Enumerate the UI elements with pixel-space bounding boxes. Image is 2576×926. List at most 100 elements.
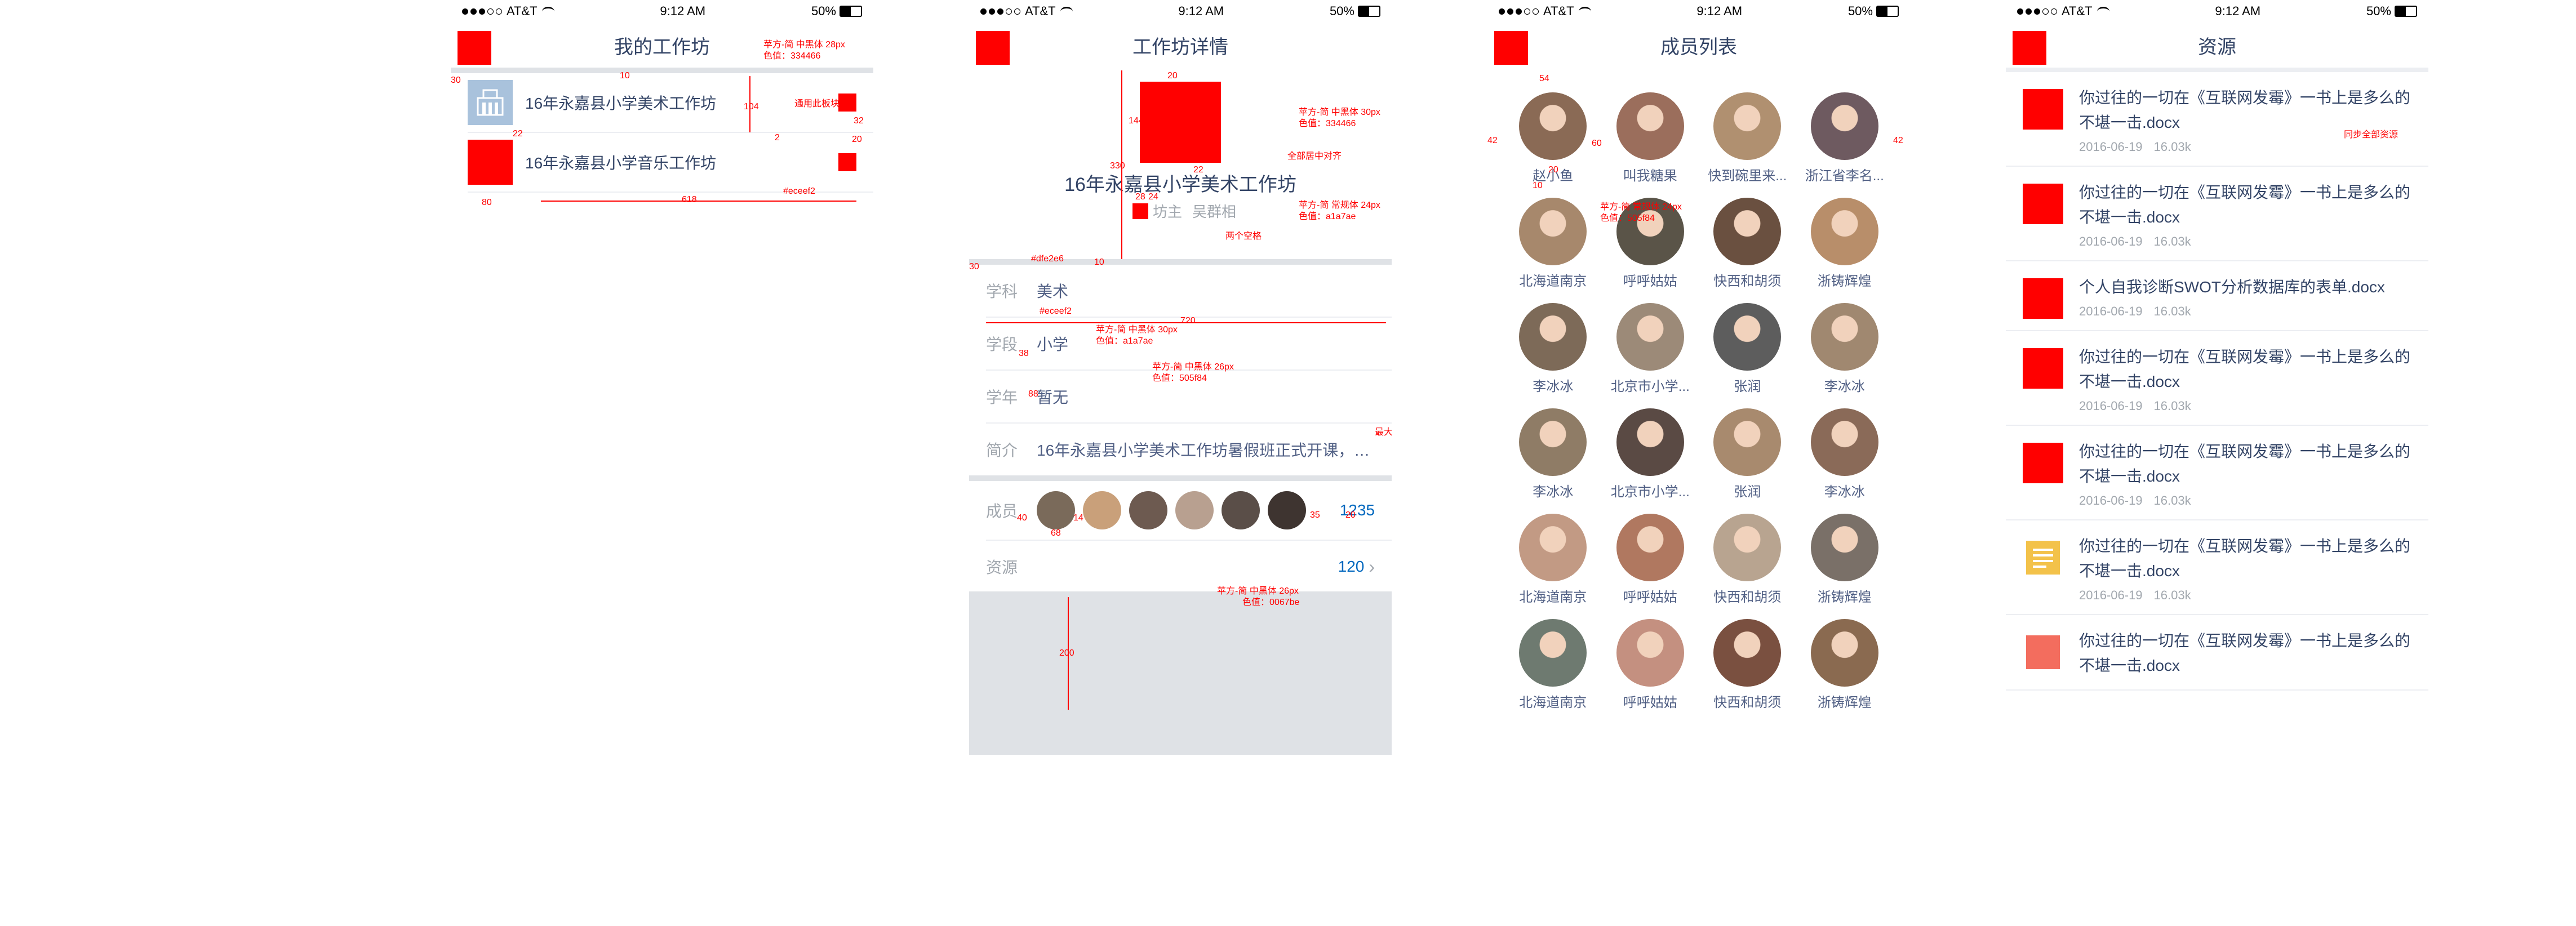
resource-item[interactable]: 你过往的一切在《互联网发霉》一书上是多么的不堪一击.docx 2016-06-19…: [2006, 167, 2428, 261]
nav-bar: 成员列表: [1487, 23, 1910, 68]
avatar: [1810, 408, 1878, 476]
back-button[interactable]: [976, 31, 1010, 65]
member-item[interactable]: 李冰冰: [1796, 408, 1894, 500]
wifi-icon: [541, 6, 554, 16]
file-icon: [2023, 184, 2063, 224]
file-icon: [2023, 278, 2063, 319]
member-item[interactable]: 呼呼姑姑: [1602, 514, 1699, 606]
member-item[interactable]: 呼呼姑姑: [1602, 619, 1699, 711]
annotation-label-color: 色值：a1a7ae: [1096, 336, 1153, 346]
member-name: 快到碗里来...: [1708, 168, 1787, 184]
member-item[interactable]: 快到碗里来...: [1699, 92, 1796, 184]
member-name: 浙铸辉煌: [1817, 695, 1872, 710]
back-button[interactable]: [2013, 31, 2046, 65]
annotation-label-font: 苹方-简 中黑体 30px: [1096, 325, 1178, 335]
signal-icon: [2017, 8, 2057, 15]
annotation-line-color: #eceef2: [1040, 306, 1072, 316]
row-value: 小学: [1037, 336, 1069, 353]
resource-meta: 2016-06-19 16.03k: [2079, 399, 2411, 413]
annotation-dim: 28: [1135, 192, 1145, 202]
resource-body: 你过往的一切在《互联网发霉》一书上是多么的不堪一击.docx 2016-06-19…: [2079, 86, 2411, 154]
annotation-dim: 14: [1073, 513, 1083, 523]
member-item[interactable]: 李冰冰: [1504, 408, 1602, 500]
battery-icon: [2394, 6, 2417, 17]
resource-size: 16.03k: [2153, 493, 2191, 507]
annotation-dim: 68: [1051, 528, 1061, 538]
avatar: [1713, 303, 1782, 371]
resource-item[interactable]: 个人自我诊断SWOT分析数据库的表单.docx 2016-06-19 16.03k: [2006, 261, 2428, 331]
annotation-dim: 30: [969, 262, 979, 271]
resource-item[interactable]: 你过往的一切在《互联网发霉》一书上是多么的不堪一击.docx 2016-06-19…: [2006, 72, 2428, 167]
avatar: [1519, 619, 1587, 687]
annotation-font: 苹方-简 中黑体 28px: [763, 40, 845, 50]
workshop-item[interactable]: 16年永嘉县小学音乐工作坊: [451, 133, 873, 192]
file-icon: [2023, 89, 2063, 130]
member-name: 呼呼姑姑: [1623, 695, 1677, 710]
owner-icon: [1132, 203, 1148, 219]
annotation-dim: 35: [1310, 510, 1320, 520]
clock: 9:12 AM: [2215, 4, 2261, 18]
member-item[interactable]: 叫我糖果: [1602, 92, 1699, 184]
file-icon: [2026, 635, 2060, 669]
resource-title: 你过往的一切在《互联网发霉》一书上是多么的不堪一击.docx: [2079, 184, 2411, 226]
member-item[interactable]: 北海道南京: [1504, 198, 1602, 290]
workshop-name: 16年永嘉县小学美术工作坊: [1064, 174, 1296, 195]
intro-row[interactable]: 简介 16年永嘉县小学美术工作坊暑假班正式开课，欢...: [969, 424, 1392, 475]
member-item[interactable]: 浙铸辉煌: [1796, 198, 1894, 290]
avatar: [1713, 198, 1782, 265]
member-item[interactable]: 李冰冰: [1504, 303, 1602, 395]
avatar: [1616, 514, 1684, 581]
member-item[interactable]: 北京市小学...: [1602, 408, 1699, 500]
annotation-dim: 38: [1019, 349, 1029, 358]
member-name: 北京市小学...: [1610, 379, 1690, 394]
member-item[interactable]: 快西和胡须: [1699, 619, 1796, 711]
row-label: 成员: [986, 502, 1018, 520]
annotation-value-color: 色值：505f84: [1152, 373, 1207, 383]
member-item[interactable]: 李冰冰: [1796, 303, 1894, 395]
member-item[interactable]: 张润: [1699, 303, 1796, 395]
member-item[interactable]: 北海道南京: [1504, 514, 1602, 606]
back-button[interactable]: [458, 31, 491, 65]
member-item[interactable]: 浙铸辉煌: [1796, 619, 1894, 711]
resource-body: 你过往的一切在《互联网发霉》一书上是多么的不堪一击.docx 2016-06-19…: [2079, 180, 2411, 249]
resource-item[interactable]: 你过往的一切在《互联网发霉》一书上是多么的不堪一击.docx 2016-06-19…: [2006, 331, 2428, 426]
measure-line: [986, 322, 1386, 323]
resource-item[interactable]: 你过往的一切在《互联网发霉》一书上是多么的不堪一击.docx 2016-06-19…: [2006, 426, 2428, 520]
row-label: 学科: [986, 283, 1018, 300]
screen-workshop-detail: AT&T 9:12 AM 50% 工作坊详情 16年永嘉县小学美术工作坊 坊主 …: [969, 0, 1392, 755]
row-label: 资源: [986, 559, 1018, 576]
resource-meta: 2016-06-19 16.03k: [2079, 588, 2411, 603]
resource-item[interactable]: 你过往的一切在《互联网发霉》一书上是多么的不堪一击.docx 2016-06-19…: [2006, 520, 2428, 615]
member-item[interactable]: 浙江省李名...: [1796, 92, 1894, 184]
member-item[interactable]: 北海道南京: [1504, 619, 1602, 711]
annotation-dim: 60: [1592, 139, 1602, 148]
annotation-spaces: 两个空格: [1225, 232, 1262, 241]
member-item[interactable]: 浙铸辉煌: [1796, 514, 1894, 606]
member-item[interactable]: 快西和胡须: [1699, 514, 1796, 606]
members-row[interactable]: 成员 1235: [969, 481, 1392, 540]
annotation-value-font: 苹方-简 中黑体 26px: [1152, 362, 1234, 372]
row-value: 16年永嘉县小学美术工作坊暑假班正式开课，欢...: [1037, 442, 1375, 459]
resource-title: 个人自我诊断SWOT分析数据库的表单.docx: [2079, 278, 2385, 296]
file-icon: [2023, 348, 2063, 389]
row-value: 美术: [1037, 283, 1069, 300]
resource-item[interactable]: 你过往的一切在《互联网发霉》一书上是多么的不堪一击.docx: [2006, 615, 2428, 691]
annotation-count-color: 色值：0067be: [1242, 598, 1300, 607]
annotation-color: 色值：334466: [763, 51, 821, 61]
member-item[interactable]: 北京市小学...: [1602, 303, 1699, 395]
avatar: [1616, 92, 1684, 160]
annotation-dim: 22: [1193, 165, 1203, 175]
annotation-max-chars: 最大字体限制: [1375, 428, 1392, 437]
carrier: AT&T: [2062, 4, 2093, 18]
back-button[interactable]: [1494, 31, 1528, 65]
annotation-dim: 42: [1893, 136, 1903, 145]
resource-body: 你过往的一切在《互联网发霉》一书上是多么的不堪一击.docx 2016-06-19…: [2079, 534, 2411, 603]
nav-bar: 资源: [2006, 23, 2428, 68]
member-name: 北京市小学...: [1610, 484, 1690, 500]
resources-row[interactable]: 资源 120 ›: [969, 541, 1392, 593]
resource-date: 2016-06-19: [2079, 304, 2143, 318]
member-item[interactable]: 张润: [1699, 408, 1796, 500]
resource-title: 你过往的一切在《互联网发霉》一书上是多么的不堪一击.docx: [2079, 89, 2411, 131]
member-item[interactable]: 快西和胡须: [1699, 198, 1796, 290]
annotation-font: 苹方-简 中黑体 30px: [1299, 108, 1380, 117]
